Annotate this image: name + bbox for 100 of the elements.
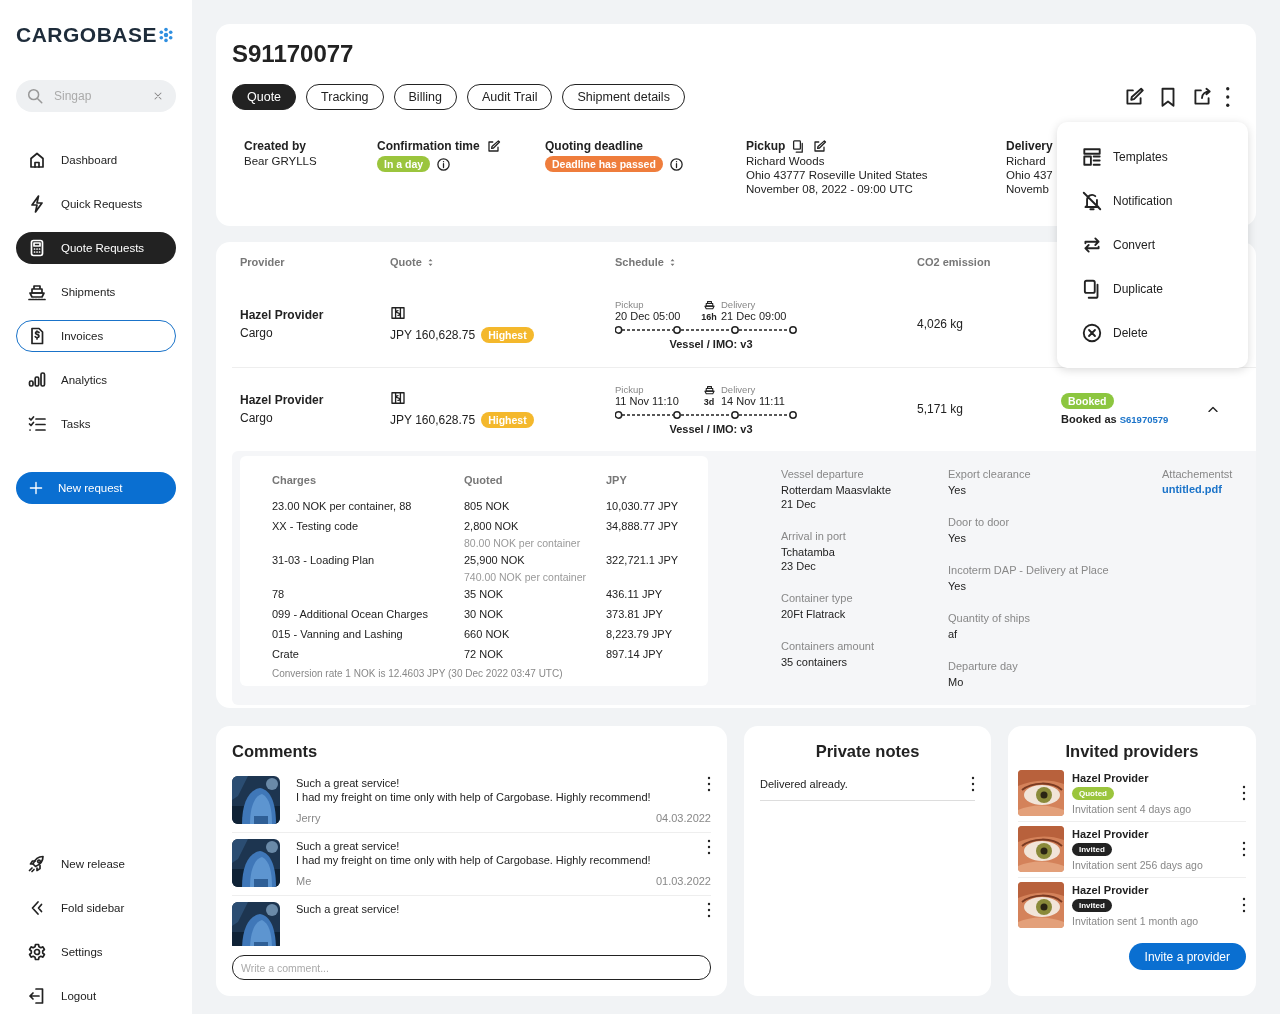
menu-item[interactable]: Notification [1073,179,1233,223]
tab[interactable]: Billing [393,84,457,110]
booking-link[interactable]: S61970579 [1119,414,1169,426]
table-cell-text: 72 NOK [464,647,505,662]
comment-field[interactable]: Write a comment... [232,955,711,980]
field-label: Confirmation time [377,138,480,154]
nav-item[interactable]: Quote Requests [16,232,176,264]
pickup-time: 11 Nov 11:10 [615,394,680,407]
more-icon [1242,785,1246,801]
status-badge: Invited [1072,898,1112,912]
ship-icon [27,282,47,302]
table-cell-text: Crate [272,647,300,662]
edit-icon [812,138,828,154]
nav-item[interactable]: Logout [16,980,176,1012]
info-icon [436,156,452,172]
column-header: CO2 emission [917,256,991,269]
layout-icon [1081,146,1103,168]
status-badge: In a day [377,156,431,172]
nav-item[interactable]: Fold sidebar [16,892,176,924]
price-badge: Highest [481,412,534,429]
nav-item[interactable]: New release [16,848,176,880]
provider-name: Hazel Provider [1072,771,1150,784]
file-link[interactable]: untitled.pdf [1162,483,1222,495]
table-cell-text: 35 NOK [464,587,505,602]
vessel-info: Vessel / IMO: v3 [668,337,754,350]
nav-item[interactable]: Quick Requests [16,188,176,220]
edit-icon [485,138,501,154]
tab[interactable]: Shipment details [562,84,685,110]
status-badge: Quoted [1072,786,1114,800]
field-label: Created by [244,138,307,154]
info-label: Vessel departure [781,467,865,482]
provider-name: Hazel Provider [1072,883,1150,896]
nav-item[interactable]: Dashboard [16,144,176,176]
table-note: 80.00 NOK per container [464,536,582,550]
info-value: 23 Dec [781,559,817,573]
info-icon [668,156,684,172]
more-button[interactable] [1224,86,1230,108]
info-label: Attachementst [1162,467,1233,482]
info-value: 20Ft Flatrack [781,607,847,621]
comment-date: 04.03.2022 [655,812,711,824]
menu-item[interactable]: Templates [1073,135,1233,179]
more-button[interactable] [971,776,975,792]
table-cell-text: 30 NOK [464,607,505,622]
more-button[interactable] [1242,841,1246,857]
delete-icon [1081,322,1103,344]
delivery-time: 21 Dec 09:00 [721,309,788,322]
nav-item[interactable]: Tasks [16,408,176,440]
delivery-label: Delivery [721,383,757,395]
table-cell-text: 660 NOK [464,627,511,642]
price-badge: Highest [481,327,534,344]
new-request-button[interactable]: New request [16,472,176,504]
home-icon [27,150,47,170]
provider-name: Hazel Provider [1072,827,1150,840]
tab[interactable]: Tracking [306,84,384,110]
swap-arrows-icon [1081,234,1103,256]
search-icon [26,87,44,105]
settings-icon [27,942,47,962]
table-cell-text: 25,900 NOK [464,553,526,568]
menu-item[interactable]: Convert [1073,223,1233,267]
invitation-time: Invitation sent 256 days ago [1072,858,1204,871]
delivery-label: Delivery [721,298,757,310]
invite-provider-button[interactable]: Invite a provider [1128,943,1246,970]
bell-off-icon [1081,190,1103,212]
menu-item[interactable]: Delete [1073,311,1233,355]
more-button[interactable] [1242,897,1246,913]
column-header: JPY [606,473,628,488]
more-button[interactable] [1242,785,1246,801]
info-value: Rotterdam Maasvlakte [781,483,893,497]
field-value: Bear GRYLLS [244,154,318,168]
field-label: Pickup [746,138,786,154]
table-cell-text: 34,888.77 JPY [606,519,680,534]
nav-item[interactable]: Shipments [16,276,176,308]
tab[interactable]: Audit Trail [466,84,553,110]
field-value: November 08, 2022 - 09:00 UTC [746,182,914,196]
provider-name: Hazel Provider [240,308,325,323]
invitation-time: Invitation sent 4 days ago [1072,802,1193,815]
info-label: Incoterm DAP - Delivery at Place [948,563,1110,578]
nav-item[interactable]: Settings [16,936,176,968]
pickup-time: 20 Dec 05:00 [615,309,682,322]
more-button[interactable] [707,902,711,918]
comment-author: Me [296,875,312,887]
info-value: Yes [948,531,967,545]
conversion-rate: Conversion rate 1 NOK is 12.4603 JPY (30 Dec 2022 03:47 UTC) [272,668,564,679]
note-text: Delivered already. [760,778,848,790]
clear-button[interactable] [152,90,164,102]
status-badge: Invited [1072,842,1112,856]
logo-icon [158,27,174,43]
more-button[interactable] [707,776,711,792]
provider-name: Hazel Provider [240,393,325,408]
table-cell-text: 8,223.79 JPY [606,627,674,642]
booked-label: Booked as [1061,413,1117,426]
field-value: Richard Woods [746,154,826,168]
logo-text: CARGOBASE [16,23,157,47]
comment-date: 01.03.2022 [655,875,711,887]
more-button[interactable] [707,839,711,855]
menu-item[interactable]: Duplicate [1073,267,1233,311]
tab[interactable]: Quote [232,84,297,110]
info-value: 21 Dec [781,497,817,511]
comment-title: Such a great service! [296,776,401,790]
nav-item[interactable]: Analytics [16,364,176,396]
